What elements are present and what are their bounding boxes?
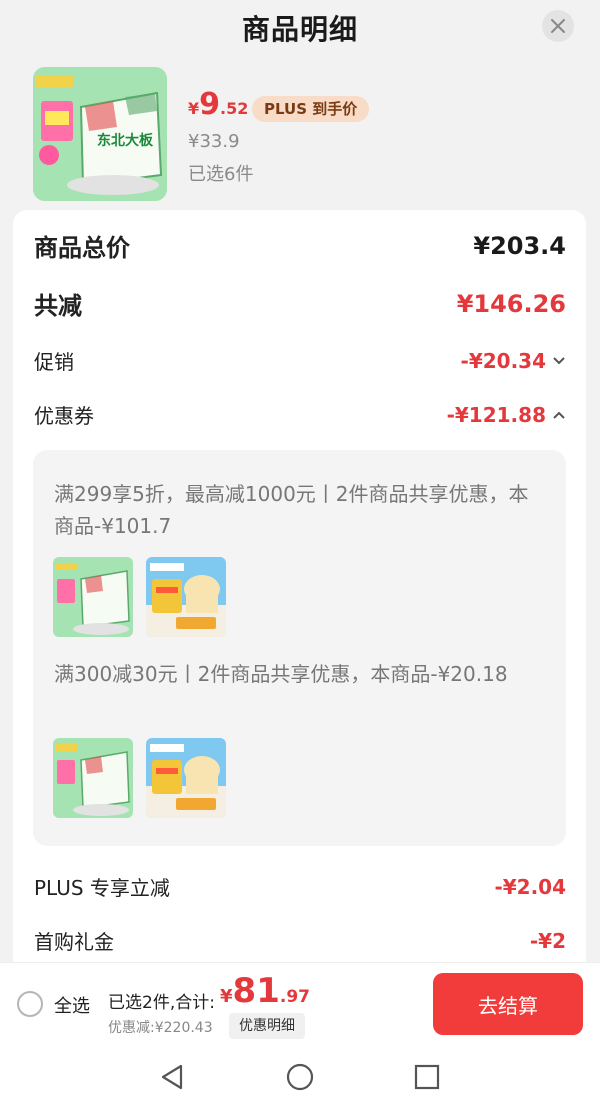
close-button[interactable] — [542, 10, 574, 42]
coupon-value: -¥121.88 — [446, 402, 546, 427]
promo-label: 促销 — [34, 350, 74, 374]
detail-card: 商品总价 ¥203.4 共减 ¥146.26 促销 -¥20.34 优惠券 -¥… — [13, 210, 586, 970]
reduce-row: 共减 ¥146.26 — [34, 286, 566, 321]
reduce-value: ¥146.26 — [456, 289, 566, 318]
first-purchase-label: 首购礼金 — [34, 930, 114, 954]
promo-row[interactable]: 促销 -¥20.34 — [34, 346, 566, 375]
discount-total: 优惠减:¥220.43 — [108, 1020, 213, 1036]
system-nav-bar — [0, 1044, 600, 1110]
coupon-row[interactable]: 优惠券 -¥121.88 — [34, 400, 566, 429]
plus-badge: PLUS 到手价 — [252, 96, 370, 122]
original-price: ¥33.9 — [188, 131, 240, 152]
plus-discount-value: -¥2.04 — [494, 874, 566, 899]
page-title: 商品明细 — [241, 13, 358, 46]
total-value: ¥203.4 — [473, 231, 566, 260]
checkout-bar: 全选 已选2件,合计: ¥ 81 .97 优惠减:¥220.43 优惠明细 去结… — [0, 962, 600, 1044]
coupon-label: 优惠券 — [34, 404, 94, 428]
coupon-product-thumb — [53, 557, 133, 637]
plus-discount-row: PLUS 专享立减 -¥2.04 — [34, 872, 566, 901]
coupon-product-thumb — [53, 738, 133, 818]
discount-detail-button[interactable]: 优惠明细 — [229, 1013, 305, 1039]
total-row: 商品总价 ¥203.4 — [34, 228, 566, 263]
first-purchase-row: 首购礼金 -¥2 — [34, 926, 566, 955]
total-label: 商品总价 — [34, 234, 130, 262]
first-purchase-value: -¥2 — [529, 928, 566, 953]
coupon-product-thumb — [146, 557, 226, 637]
chevron-up-icon[interactable] — [552, 410, 566, 420]
reduce-label: 共减 — [34, 292, 82, 320]
close-icon — [551, 19, 565, 33]
total-price: ¥ 81 .97 — [220, 971, 310, 1011]
select-all-label[interactable]: 全选 — [54, 992, 90, 1018]
promo-value: -¥20.34 — [460, 348, 546, 373]
back-icon[interactable] — [157, 1062, 187, 1092]
selected-count: 已选6件 — [188, 164, 254, 185]
select-all-checkbox[interactable] — [17, 991, 43, 1017]
header: 商品明细 东北大板 ¥ 9 .52 PLUS 到手价 ¥33.9 已选6件 — [0, 0, 600, 210]
coupon-details: 满299享5折，最高减1000元丨2件商品共享优惠，本商品-¥101.7 满30… — [33, 450, 566, 846]
home-icon[interactable] — [285, 1062, 315, 1092]
coupon-desc-2: 满300减30元丨2件商品共享优惠，本商品-¥20.18 — [54, 662, 508, 686]
coupon-product-thumb — [146, 738, 226, 818]
svg-text:东北大板: 东北大板 — [97, 132, 154, 149]
selected-summary: 已选2件,合计: — [108, 993, 215, 1013]
product-image: 东北大板 — [33, 67, 167, 201]
checkout-button[interactable]: 去结算 — [433, 973, 583, 1035]
recent-apps-icon[interactable] — [412, 1062, 442, 1092]
product-price: ¥ 9 .52 — [188, 87, 249, 122]
plus-discount-label: PLUS 专享立减 — [34, 876, 170, 900]
chevron-down-icon[interactable] — [552, 356, 566, 366]
coupon-desc-1: 满299享5折，最高减1000元丨2件商品共享优惠，本商品-¥101.7 — [54, 482, 529, 538]
